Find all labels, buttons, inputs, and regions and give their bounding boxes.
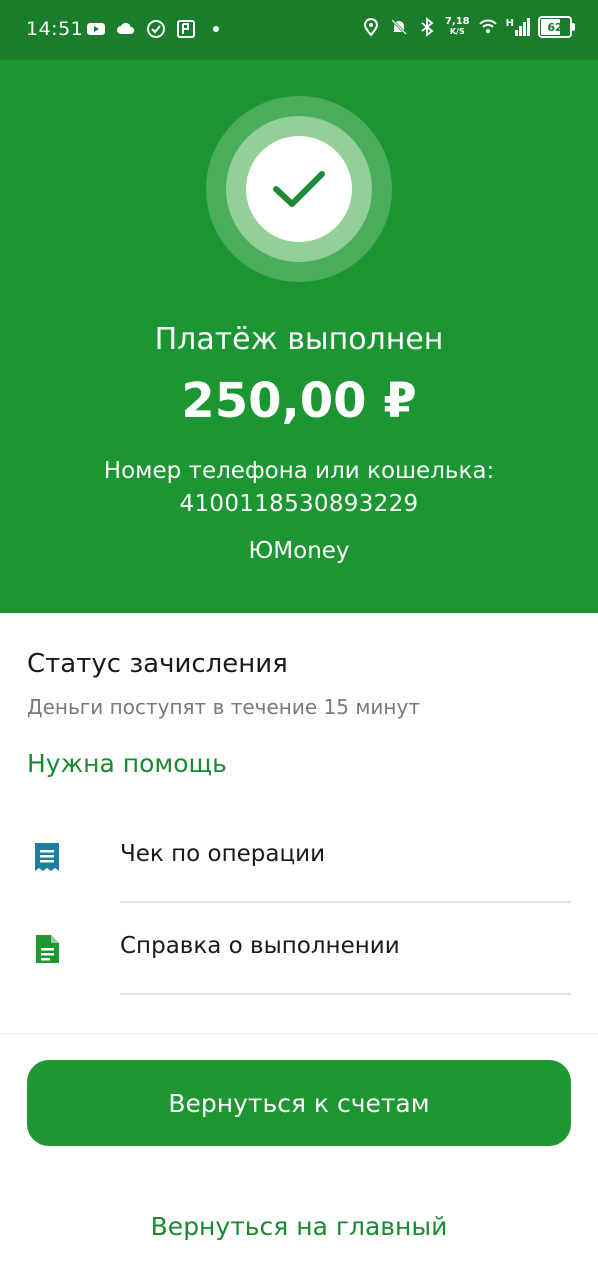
payment-success-header: Платёж выполнен 250,00 ₽ Номер телефона …	[0, 60, 598, 613]
list-item-label: Справка о выполнении	[120, 933, 400, 959]
success-badge	[206, 96, 392, 282]
list-item-label: Чек по операции	[120, 841, 326, 867]
cloud-icon	[117, 22, 135, 34]
network-speed: 7,18 K/S	[445, 17, 470, 37]
system-icons: 7,18 K/S H 62	[361, 16, 575, 38]
recipient-number: 4100118530893229	[179, 491, 419, 517]
network-type: H	[505, 18, 514, 29]
back-to-accounts-button[interactable]: Вернуться к счетам	[27, 1060, 571, 1146]
document-icon	[36, 935, 59, 963]
help-link[interactable]: Нужна помощь	[27, 749, 227, 778]
checkmark-icon	[273, 171, 325, 207]
back-to-main-button[interactable]: Вернуться на главный	[0, 1212, 598, 1241]
app-icon	[177, 20, 195, 38]
wifi-icon	[478, 19, 497, 33]
bell-off-icon	[391, 19, 407, 35]
recipient-label: Номер телефона или кошелька:	[103, 458, 495, 484]
bluetooth-icon	[421, 17, 434, 37]
notification-icons	[86, 19, 226, 39]
bottom-actions: Вернуться к счетам Вернуться на главный	[0, 1033, 598, 1281]
check-circle-icon	[147, 20, 165, 38]
list-item-receipt[interactable]: Чек по операции	[0, 811, 598, 903]
service-name: ЮMoney	[248, 538, 350, 564]
location-icon	[363, 18, 378, 37]
battery-icon: 62	[538, 16, 575, 38]
status-time: 14:51	[26, 18, 84, 40]
list-item-certificate[interactable]: Справка о выполнении	[0, 903, 598, 995]
speed-value: 7,18	[444, 16, 470, 27]
status-title: Статус зачисления	[27, 649, 288, 679]
youtube-icon	[87, 23, 105, 35]
payment-amount: 250,00 ₽	[181, 373, 417, 429]
status-subtitle: Деньги поступят в течение 15 минут	[27, 695, 420, 719]
list-item-share[interactable]	[0, 995, 598, 1033]
payment-details: Статус зачисления Деньги поступят в тече…	[0, 613, 598, 1033]
payment-status-title: Платёж выполнен	[154, 322, 444, 357]
signal-icon: H	[506, 18, 530, 36]
share-icon	[32, 1025, 62, 1033]
dot-icon	[213, 26, 219, 32]
battery-level: 62	[547, 20, 563, 34]
status-bar: 14:51 7,18 K/S H 62	[0, 0, 598, 60]
receipt-icon	[35, 843, 59, 871]
speed-unit: K/S	[449, 27, 465, 36]
